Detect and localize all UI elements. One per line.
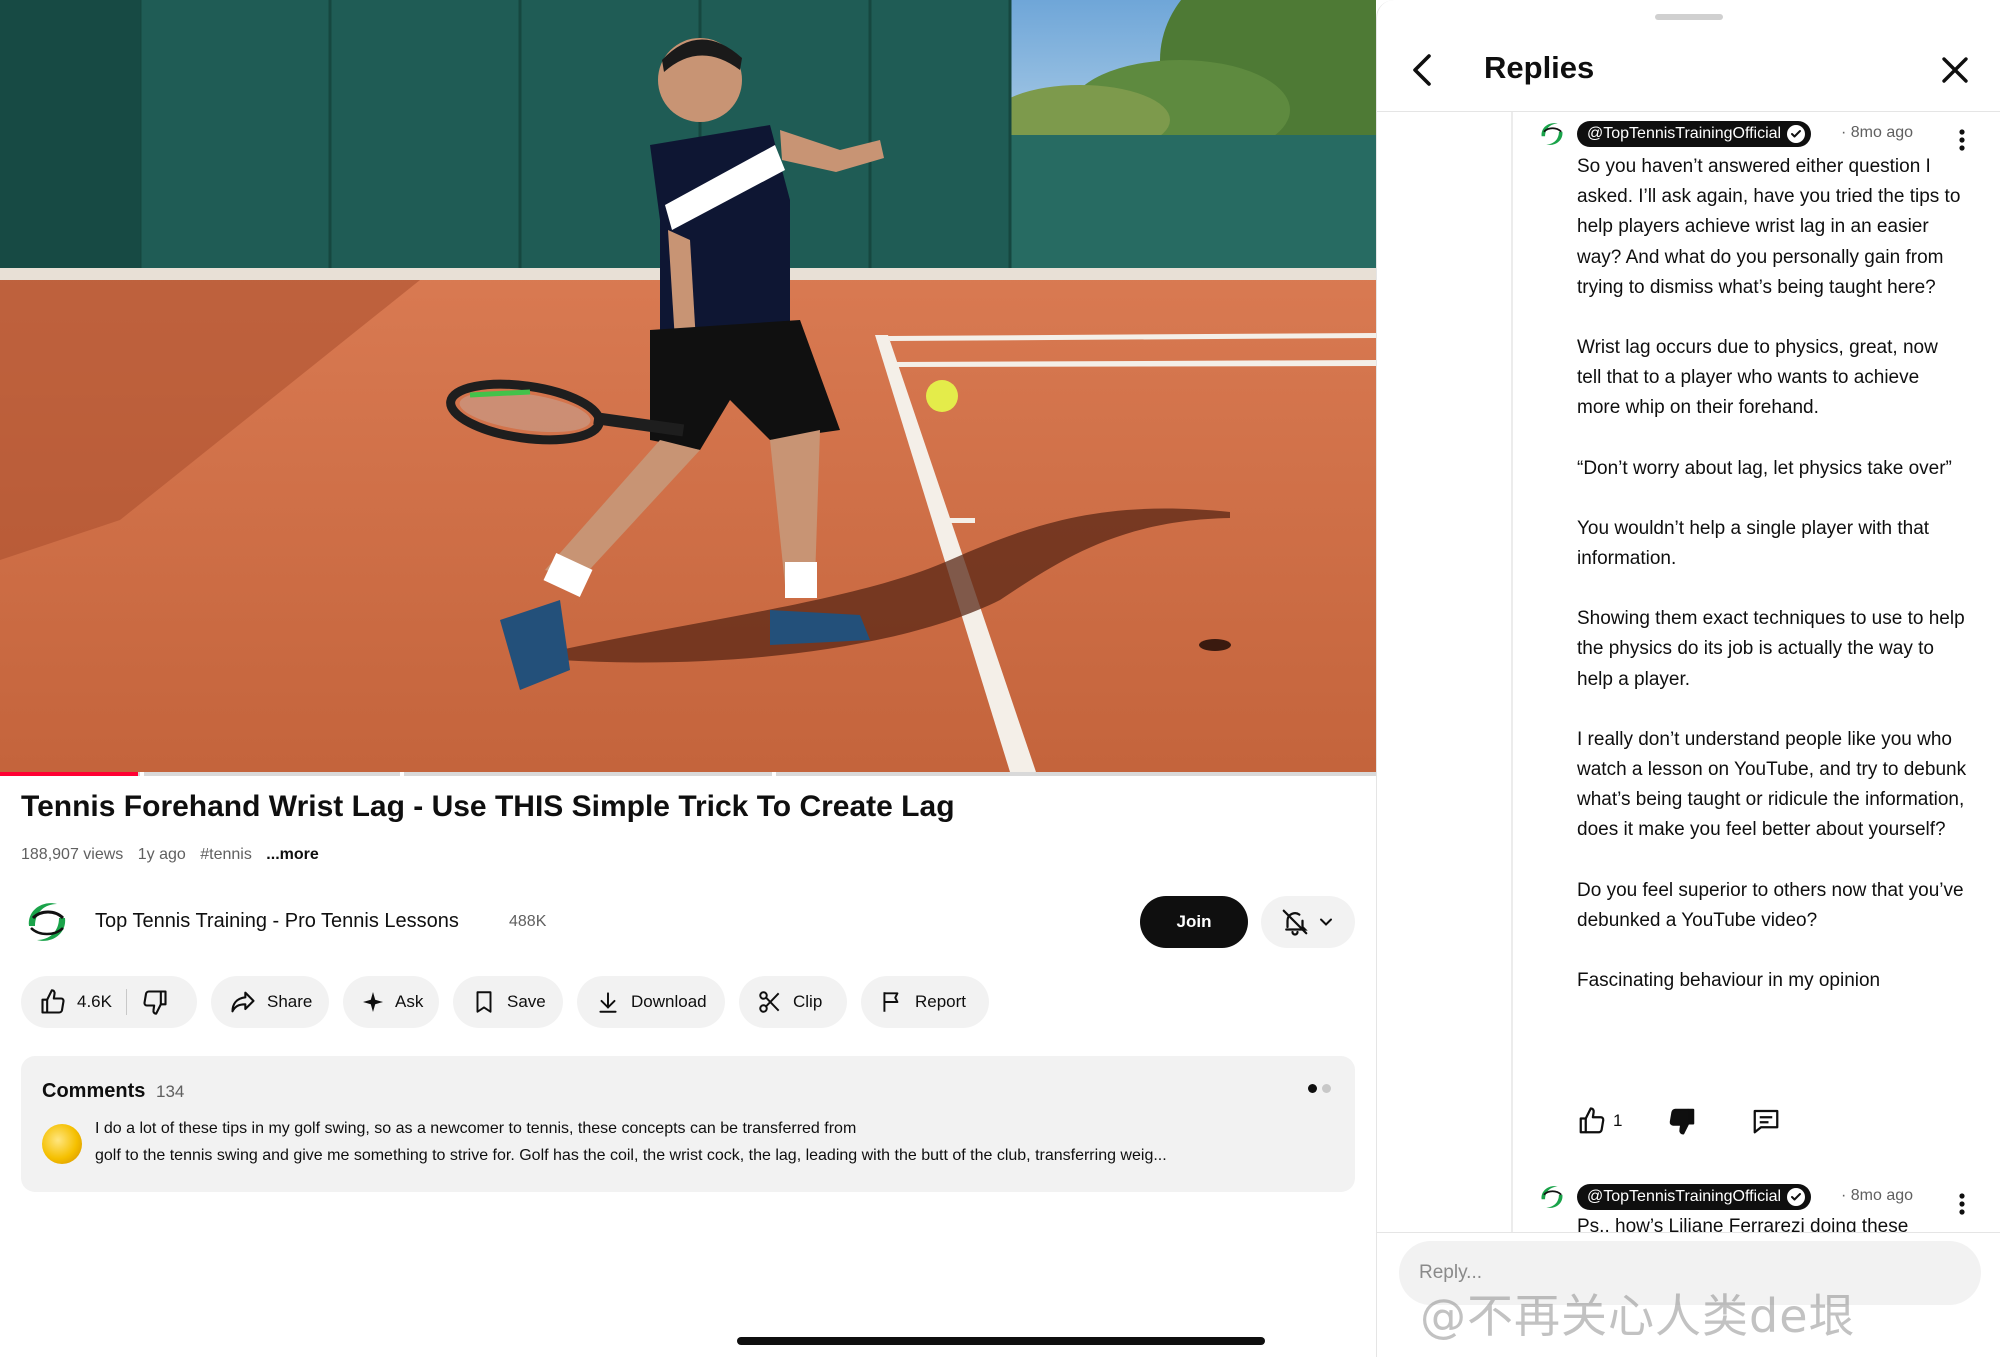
reply-like-count: 1 <box>1613 1111 1623 1130</box>
comments-count: 134 <box>156 1082 185 1101</box>
reply-time: · 8mo ago <box>1841 124 1914 141</box>
divider <box>1377 111 2000 112</box>
drag-handle[interactable] <box>1655 14 1723 20</box>
clip-label: Clip <box>793 992 823 1011</box>
reply-paragraph: I really don’t understand people like yo… <box>1577 728 1967 841</box>
video-meta[interactable]: 188,907 views 1y ago #tennis ...more <box>21 846 329 864</box>
channel-row: Top Tennis Training - Pro Tennis Lessons… <box>21 896 1355 948</box>
scissors-icon <box>759 991 780 1013</box>
chapter-marker <box>772 772 776 776</box>
back-arrow-icon[interactable] <box>1405 50 1441 90</box>
chevron-down-icon <box>1320 918 1332 926</box>
close-icon[interactable] <box>1937 52 1973 88</box>
carousel-dots <box>1308 1084 1331 1093</box>
author-chip[interactable]: @TopTennisTrainingOfficial <box>1577 1184 1812 1210</box>
verified-check-icon <box>1787 1188 1806 1206</box>
video-player[interactable] <box>0 0 1376 772</box>
reply-paragraph: Showing them exact techniques to use to … <box>1577 608 1965 690</box>
thread-line <box>1511 112 1513 1232</box>
share-button[interactable]: Share <box>211 976 329 1028</box>
channel-logo-icon[interactable] <box>21 896 73 948</box>
reply-paragraph: So you haven’t answered either question … <box>1577 156 1961 298</box>
more-link[interactable]: ...more <box>266 846 318 863</box>
comment-text-line: golf to the tennis swing and give me som… <box>95 1147 1167 1164</box>
reply-paragraph: Do you feel superior to others now that … <box>1577 879 1964 931</box>
ask-button[interactable]: Ask <box>343 976 439 1028</box>
reply-time: · 8mo ago <box>1841 1187 1914 1204</box>
download-button[interactable]: Download <box>577 976 725 1028</box>
download-label: Download <box>631 992 707 1011</box>
progress-bar[interactable] <box>0 772 1376 776</box>
panel-title: Replies <box>1484 50 1595 85</box>
like-count: 4.6K <box>77 992 112 1011</box>
view-count: 188,907 views <box>21 846 124 863</box>
video-title: Tennis Forehand Wrist Lag - Use THIS Sim… <box>21 790 955 823</box>
channel-logo-icon[interactable] <box>1537 119 1567 149</box>
channel-logo-icon[interactable] <box>1537 1182 1567 1212</box>
share-label: Share <box>267 992 313 1011</box>
video-frame <box>0 0 1376 772</box>
reply-like-button[interactable]: 1 <box>1577 1106 1622 1136</box>
replies-panel: Replies @TopTennisTrainingOfficial · 8mo… <box>1376 0 2000 1357</box>
comments-preview[interactable]: Comments 134 I do a lot of these tips in… <box>21 1056 1355 1192</box>
subscriber-count: 488K <box>509 913 547 930</box>
join-button[interactable]: Join <box>1140 896 1248 948</box>
like-icon <box>1579 1107 1605 1134</box>
download-icon <box>599 992 617 1013</box>
reply-paragraph: Fascinating behaviour in my opinion <box>1577 970 1881 992</box>
like-dislike-button[interactable]: 4.6K <box>21 976 197 1028</box>
reply-text: So you haven’t answered either question … <box>1577 152 1967 996</box>
clip-button[interactable]: Clip <box>739 976 847 1028</box>
notification-button[interactable] <box>1261 896 1355 948</box>
author-name: @TopTennisTrainingOfficial <box>1587 125 1782 142</box>
report-label: Report <box>915 992 967 1011</box>
more-vert-icon[interactable] <box>1957 1192 1967 1216</box>
reply-paragraph: Wrist lag occurs due to physics, great, … <box>1577 337 1938 419</box>
comment-icon[interactable] <box>1751 1106 1781 1136</box>
watermark: @不再关心人类de垠 <box>1420 1289 1856 1343</box>
dislike-icon[interactable] <box>141 988 169 1016</box>
channel-name[interactable]: Top Tennis Training - Pro Tennis Lessons <box>95 910 459 933</box>
flag-icon <box>883 992 899 1012</box>
save-label: Save <box>507 992 546 1011</box>
chapter-marker <box>140 772 144 776</box>
share-icon <box>231 991 255 1013</box>
author-name: @TopTennisTrainingOfficial <box>1587 1188 1782 1205</box>
more-vert-icon[interactable] <box>1957 128 1967 152</box>
like-icon[interactable] <box>39 988 67 1016</box>
bell-off-icon <box>1282 909 1308 936</box>
avatar <box>42 1124 82 1164</box>
verified-check-icon <box>1787 125 1806 143</box>
comments-title: Comments <box>42 1080 146 1102</box>
divider <box>125 989 127 1015</box>
author-chip[interactable]: @TopTennisTrainingOfficial <box>1577 121 1812 147</box>
bookmark-icon <box>476 991 492 1013</box>
upload-age: 1y ago <box>137 846 186 863</box>
hashtag-link[interactable]: #tennis <box>200 846 252 863</box>
sparkle-icon <box>363 992 383 1012</box>
dislike-icon[interactable] <box>1667 1106 1697 1136</box>
reply-paragraph: You wouldn’t help a single player with t… <box>1577 517 1930 570</box>
progress-fill <box>0 772 138 776</box>
chapter-marker <box>400 772 404 776</box>
ask-label: Ask <box>395 992 424 1011</box>
comment-text-line: I do a lot of these tips in my golf swin… <box>95 1120 857 1137</box>
save-button[interactable]: Save <box>453 976 563 1028</box>
report-button[interactable]: Report <box>861 976 989 1028</box>
reply-paragraph: “Don’t worry about lag, let physics take… <box>1577 457 1952 479</box>
home-indicator[interactable] <box>737 1337 1265 1345</box>
